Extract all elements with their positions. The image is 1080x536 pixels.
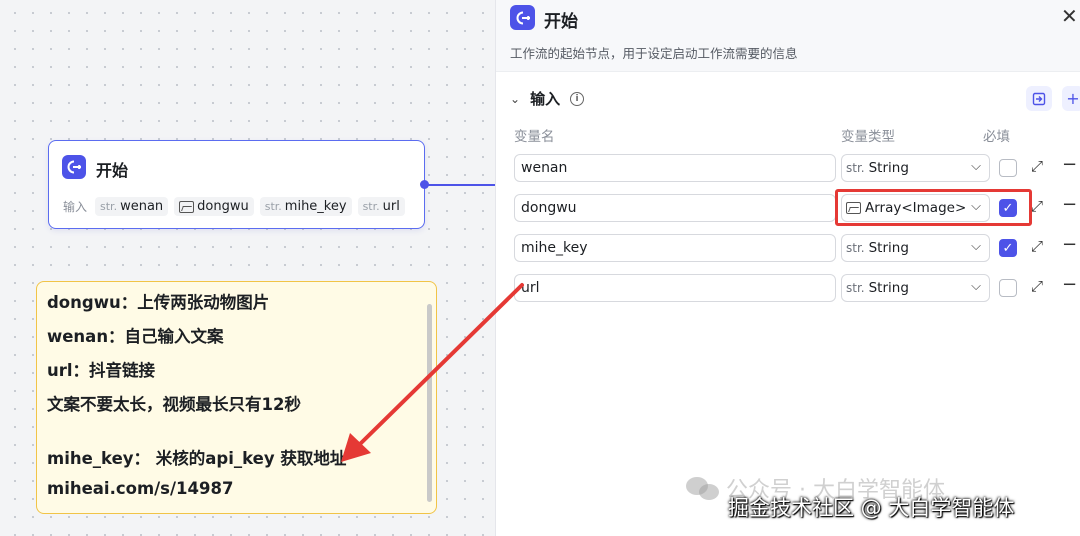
input-chip-dongwu: dongwu: [174, 197, 254, 216]
expand-icon[interactable]: ⤢: [1031, 277, 1049, 297]
input-chip-url: str. url: [357, 197, 405, 216]
start-node-title: 开始: [96, 161, 129, 180]
required-checkbox[interactable]: [999, 159, 1017, 177]
input-chip-wenan: str. wenan: [95, 197, 169, 216]
image-icon: [179, 200, 195, 213]
note-line: miheai.com/s/14987: [47, 479, 234, 498]
column-header-type: 变量类型: [841, 129, 895, 145]
variable-type-select[interactable]: Array<Image> ⌵: [841, 194, 990, 222]
section-title: 输入: [530, 90, 561, 108]
add-variable-button[interactable]: +: [1062, 86, 1080, 111]
image-icon: [846, 202, 861, 214]
panel-description: 工作流的起始节点，用于设定启动工作流需要的信息: [510, 46, 798, 61]
chevron-down-icon: ⌵: [971, 279, 981, 294]
variable-type-select[interactable]: str. String ⌵: [841, 234, 990, 262]
expand-icon[interactable]: ⤢: [1031, 157, 1049, 177]
watermark-juejin: 掘金技术社区 @ 大白学智能体: [728, 496, 1015, 520]
start-node-inputs: 输入 str. wenan dongwu str. mihe_key str. url: [63, 197, 405, 216]
import-icon: [1032, 92, 1046, 105]
chevron-down-icon: ⌵: [971, 159, 981, 174]
note-line: 文案不要太长，视频最长只有12秒: [47, 395, 301, 414]
start-node-icon: [510, 5, 535, 30]
chevron-down-icon: ⌵: [971, 239, 981, 254]
info-icon[interactable]: i: [570, 91, 585, 106]
variable-type-select[interactable]: str. String ⌵: [841, 274, 990, 302]
variable-name-input[interactable]: wenan: [514, 154, 836, 182]
remove-icon[interactable]: −: [1062, 154, 1078, 178]
expand-icon[interactable]: ⤢: [1031, 197, 1049, 217]
column-header-required: 必填: [983, 129, 1010, 145]
variable-row: wenan str. String ⌵ ⤢ −: [496, 154, 1080, 182]
expand-icon[interactable]: ⤢: [1031, 237, 1049, 257]
required-checkbox[interactable]: ✓: [999, 199, 1017, 217]
remove-icon[interactable]: −: [1062, 234, 1078, 258]
required-checkbox[interactable]: ✓: [999, 239, 1017, 257]
note-scrollbar[interactable]: [427, 304, 432, 502]
note-line: wenan：自己输入文案: [47, 327, 224, 346]
input-chip-mihe-key: str. mihe_key: [259, 197, 352, 216]
note-line: mihe_key： 米核的api_key 获取地址: [47, 449, 347, 468]
note-spacer: [47, 422, 426, 444]
sticky-note[interactable]: dongwu：上传两张动物图片 wenan：自己输入文案 url：抖音链接 文案…: [36, 281, 437, 514]
node-config-panel: 开始 工作流的起始节点，用于设定启动工作流需要的信息 ✕ ⌄ 输入 i + 变量…: [495, 0, 1080, 536]
input-section-toggle[interactable]: ⌄ 输入 i: [510, 88, 585, 109]
variable-name-input[interactable]: mihe_key: [514, 234, 836, 262]
remove-icon[interactable]: −: [1062, 274, 1078, 298]
column-header-name: 变量名: [514, 129, 555, 145]
start-node[interactable]: 开始 输入 str. wenan dongwu str. mihe_key str.…: [48, 140, 425, 229]
workflow-canvas[interactable]: 开始 输入 str. wenan dongwu str. mihe_key str.…: [0, 0, 495, 536]
panel-title: 开始: [544, 12, 578, 32]
variable-type-select[interactable]: str. String ⌵: [841, 154, 990, 182]
import-button[interactable]: [1026, 86, 1052, 111]
chevron-down-icon: ⌄: [510, 91, 521, 106]
required-checkbox[interactable]: [999, 279, 1017, 297]
variable-row: mihe_key str. String ⌵ ✓ ⤢ −: [496, 234, 1080, 262]
connection-edge: [428, 183, 495, 186]
wechat-icon: [686, 475, 720, 501]
chevron-down-icon: ⌵: [971, 199, 981, 214]
note-line: dongwu：上传两张动物图片: [47, 293, 270, 312]
variable-name-input[interactable]: url: [514, 274, 836, 302]
remove-icon[interactable]: −: [1062, 194, 1078, 218]
inputs-label: 输入: [63, 200, 88, 214]
note-line: url：抖音链接: [47, 361, 156, 380]
variable-row: url str. String ⌵ ⤢ −: [496, 274, 1080, 302]
start-node-icon: [62, 155, 86, 179]
variable-row: dongwu Array<Image> ⌵ ✓ ⤢ −: [496, 194, 1080, 222]
panel-header: 开始 工作流的起始节点，用于设定启动工作流需要的信息 ✕: [496, 0, 1080, 72]
close-icon[interactable]: ✕: [1061, 5, 1080, 27]
variable-name-input[interactable]: dongwu: [514, 194, 836, 222]
